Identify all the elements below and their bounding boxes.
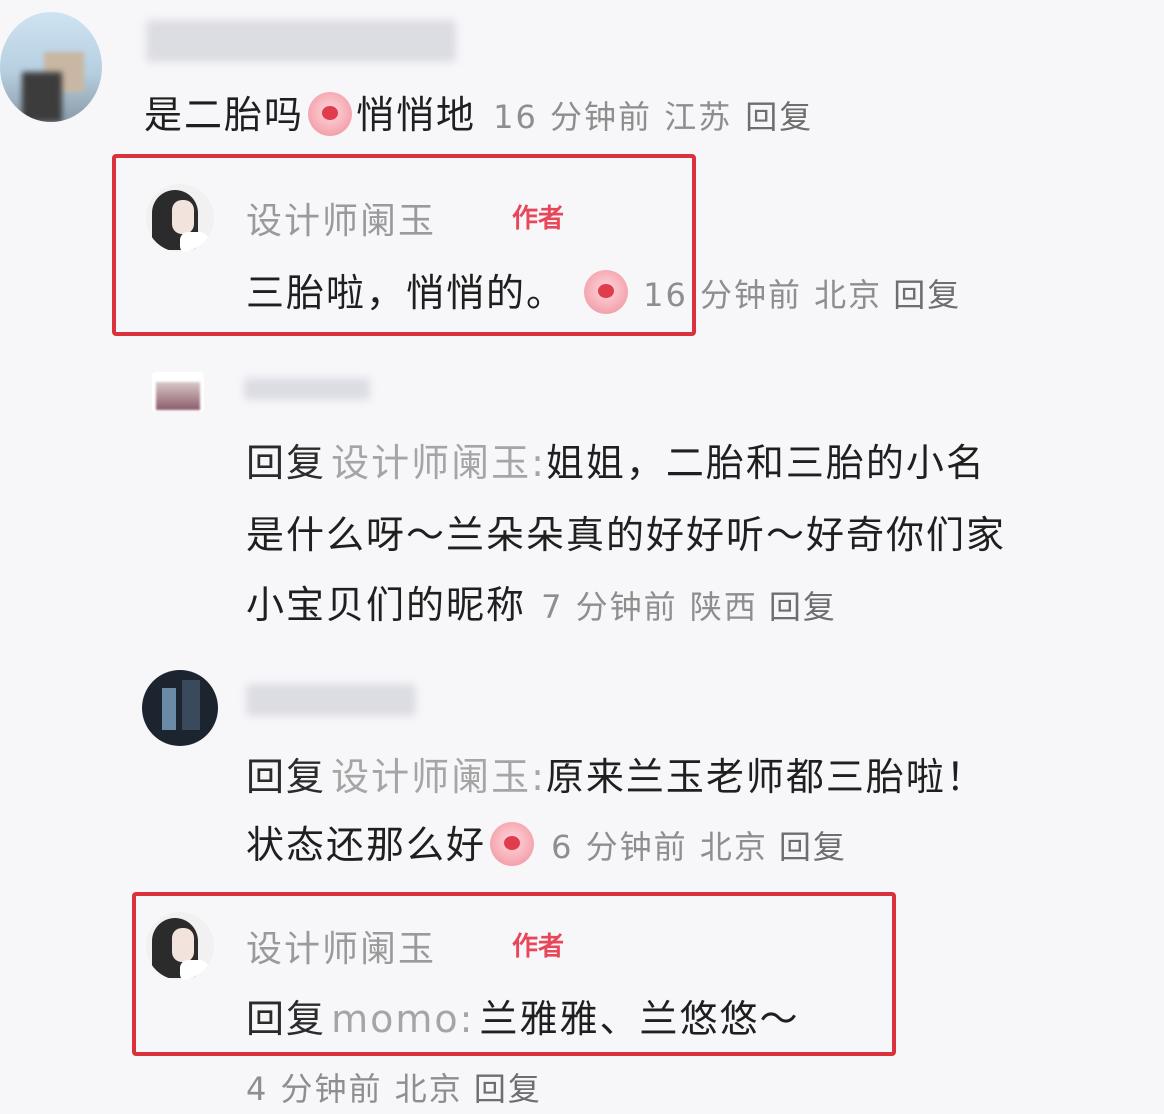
reply-row: 回复 设计师阑玉:原来兰玉老师都三胎啦！ [246, 746, 986, 801]
avatar-detail [182, 680, 200, 730]
reply-button[interactable]: 回复 [893, 276, 961, 314]
comment-row: 是二胎吗 悄悄地 16 分钟前 江苏 回复 [144, 84, 813, 139]
reply-target[interactable]: 设计师阑玉: [331, 755, 546, 799]
reply-row: 状态还那么好 6 分钟前 北京 回复 [246, 814, 847, 869]
reply-text: 原来兰玉老师都三胎啦！ [545, 755, 986, 799]
emoji-shy-icon [308, 92, 353, 136]
avatar-blur [22, 72, 62, 122]
reply-meta: 7 分钟前 陕西 [541, 588, 758, 626]
author-avatar[interactable] [146, 184, 214, 252]
reply-button[interactable]: 回复 [474, 1070, 542, 1108]
reply-target[interactable]: 设计师阑玉: [331, 441, 546, 485]
avatar-face [172, 928, 194, 962]
reply-row: 小宝贝们的昵称 7 分钟前 陕西 回复 [246, 574, 837, 629]
reply-text: 是什么呀～兰朵朵真的好好听～好奇你们家 [246, 513, 1007, 557]
reply-row: 回复 设计师阑玉:姐姐，二胎和三胎的小名 [246, 432, 986, 487]
reply-row: 回复 momo: 兰雅雅、兰悠悠～ [246, 988, 800, 1043]
avatar[interactable] [142, 670, 218, 746]
reply-target[interactable]: momo: [331, 997, 474, 1041]
emoji-wink-icon [584, 270, 629, 314]
author-badge: 作者 [512, 932, 565, 962]
avatar-face [172, 200, 194, 234]
reply-meta: 4 分钟前 北京 [246, 1070, 463, 1108]
author-name[interactable]: 设计师阑玉 [246, 192, 436, 244]
reply-button[interactable]: 回复 [779, 828, 847, 866]
reply-prefix: 回复 [246, 755, 327, 799]
avatar-detail [162, 688, 176, 730]
avatar[interactable] [0, 12, 102, 122]
reply-button[interactable]: 回复 [769, 588, 837, 626]
username-redacted [146, 20, 456, 62]
reply-text: 三胎啦，悄悄的。 [246, 271, 567, 315]
comment-meta: 16 分钟前 江苏 [493, 98, 733, 136]
reply-text: 姐姐，二胎和三胎的小名 [545, 441, 986, 485]
reply-meta: 16 分钟前 北京 [643, 276, 883, 314]
reply-meta-row: 4 分钟前 北京 回复 [246, 1064, 542, 1110]
reply-text: 小宝贝们的昵称 [246, 583, 527, 627]
avatar-collar [180, 960, 208, 980]
username-redacted [244, 378, 370, 400]
reply-meta: 6 分钟前 北京 [551, 828, 768, 866]
username-redacted [246, 684, 416, 716]
comment-text: 悄悄地 [356, 93, 477, 137]
reply-prefix: 回复 [246, 997, 327, 1041]
reply-row: 三胎啦，悄悄的。 16 分钟前 北京 回复 [246, 262, 961, 317]
reply-button[interactable]: 回复 [745, 98, 813, 136]
author-avatar[interactable] [146, 912, 214, 980]
author-name[interactable]: 设计师阑玉 [246, 920, 436, 972]
avatar-blur [156, 382, 200, 410]
emoji-heart-eyes-icon [490, 822, 535, 866]
avatar-collar [180, 232, 208, 252]
reply-prefix: 回复 [246, 441, 327, 485]
reply-text: 兰雅雅、兰悠悠～ [479, 997, 800, 1041]
avatar[interactable] [152, 372, 204, 412]
author-badge: 作者 [512, 204, 565, 234]
comment-text: 是二胎吗 [144, 93, 305, 137]
reply-text: 状态还那么好 [246, 823, 487, 867]
